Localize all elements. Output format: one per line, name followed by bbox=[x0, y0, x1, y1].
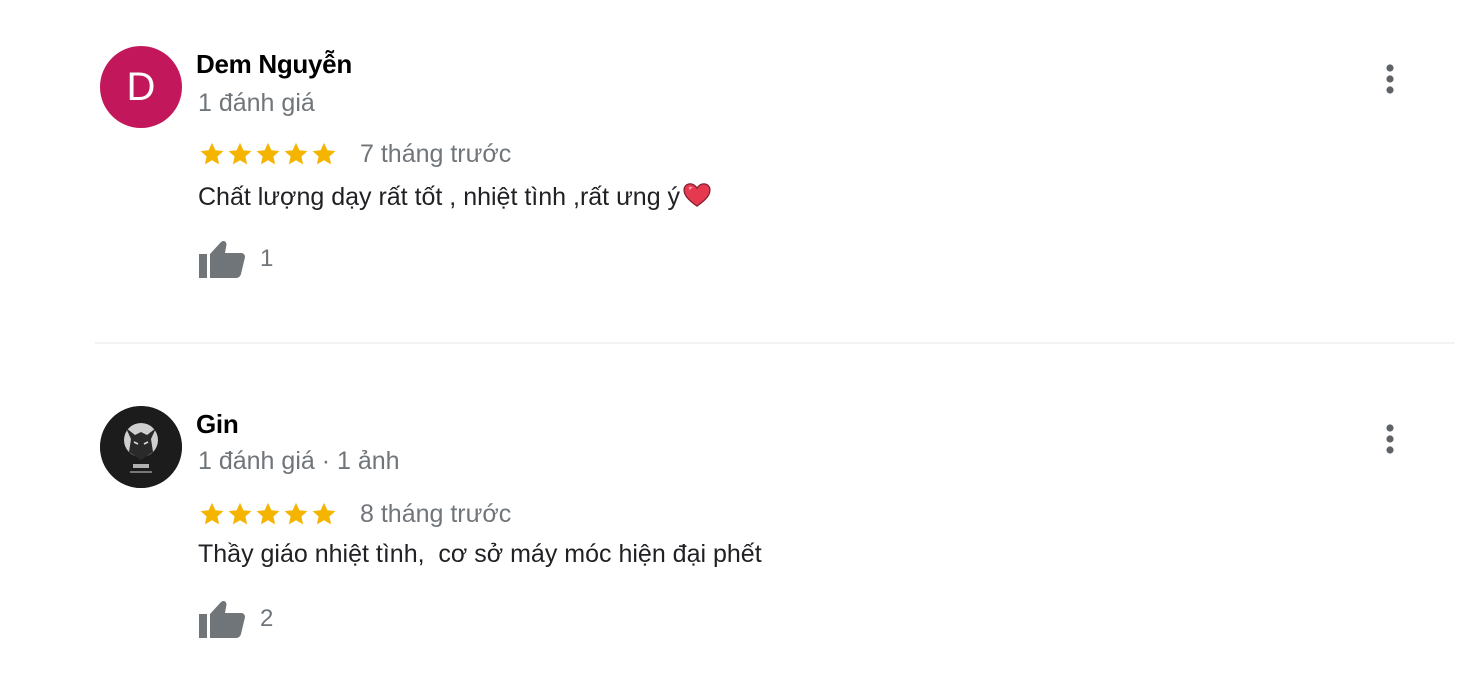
review-time: 7 tháng trước bbox=[360, 140, 512, 168]
star-icon bbox=[228, 502, 252, 525]
avatar-photo-icon bbox=[100, 406, 182, 488]
like-button[interactable]: 1 bbox=[198, 238, 273, 280]
more-options-button[interactable] bbox=[1376, 60, 1404, 100]
heart-icon bbox=[683, 183, 711, 207]
star-icon bbox=[200, 142, 224, 165]
more-vert-icon bbox=[1386, 424, 1394, 454]
star-icon bbox=[200, 502, 224, 525]
review-divider bbox=[95, 342, 1455, 344]
star-icon bbox=[256, 142, 280, 165]
avatar-letter: D bbox=[126, 64, 156, 109]
star-icon bbox=[284, 502, 308, 525]
thumbs-up-icon bbox=[199, 240, 245, 278]
review-text-content: Chất lượng dạy rất tốt , nhiệt tình ,rất… bbox=[198, 183, 681, 211]
review-text: Thầy giáo nhiệt tình, cơ sở máy móc hiện… bbox=[198, 540, 762, 569]
star-rating bbox=[198, 500, 338, 528]
like-count: 2 bbox=[260, 605, 274, 632]
reviewer-review-count: 1 đánh giá bbox=[198, 89, 315, 117]
star-icon bbox=[312, 502, 336, 525]
like-button[interactable]: 2 bbox=[198, 598, 273, 640]
avatar[interactable]: D bbox=[100, 46, 182, 128]
review-text: Chất lượng dạy rất tốt , nhiệt tình ,rất… bbox=[198, 182, 712, 212]
review-text-content: Thầy giáo nhiệt tình, cơ sở máy móc hiện… bbox=[198, 540, 762, 568]
review-time: 8 tháng trước bbox=[360, 500, 512, 528]
star-icon bbox=[312, 142, 336, 165]
like-count: 1 bbox=[260, 245, 274, 272]
reviewer-review-count: 1 đánh giá · 1 ảnh bbox=[198, 447, 400, 475]
reviewer-name[interactable]: Gin bbox=[196, 409, 239, 440]
avatar[interactable] bbox=[100, 406, 182, 488]
more-vert-icon bbox=[1386, 64, 1394, 94]
thumbs-up-icon bbox=[199, 600, 245, 638]
star-icon bbox=[228, 142, 252, 165]
more-options-button[interactable] bbox=[1376, 420, 1404, 460]
star-rating bbox=[198, 140, 338, 168]
star-icon bbox=[284, 142, 308, 165]
star-icon bbox=[256, 502, 280, 525]
reviewer-name[interactable]: Dem Nguyễn bbox=[196, 49, 352, 80]
